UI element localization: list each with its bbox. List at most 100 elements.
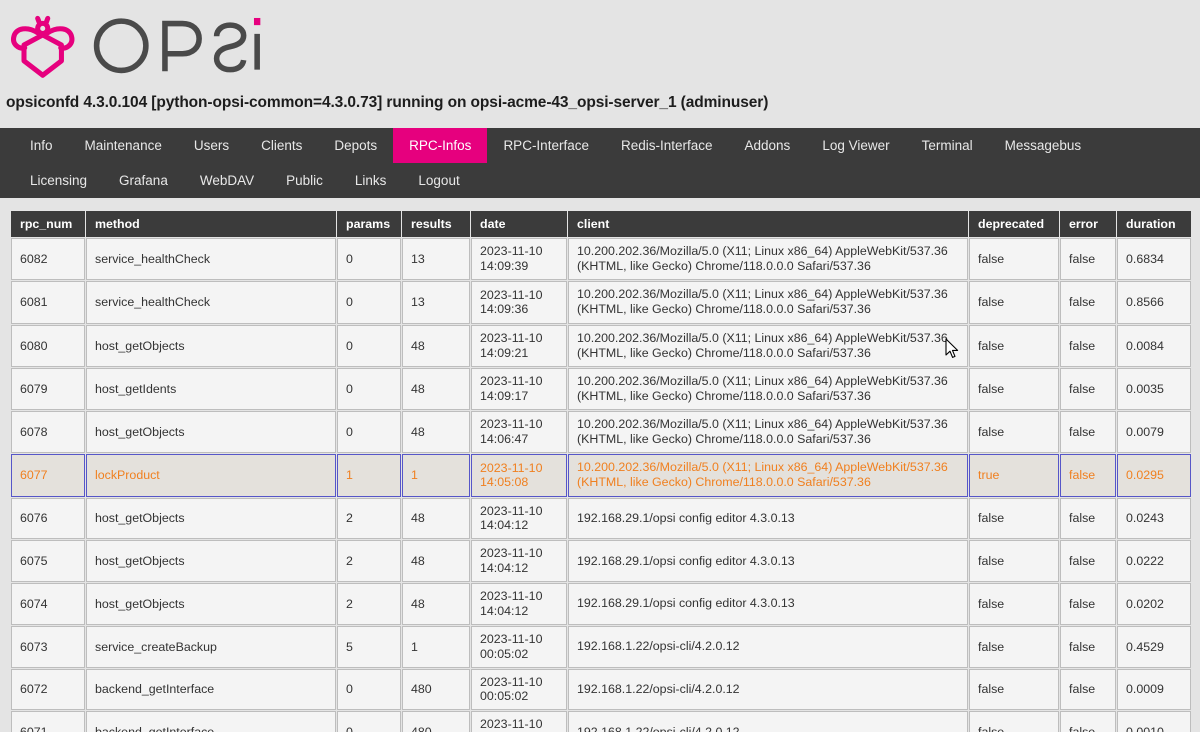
nav-item-terminal[interactable]: Terminal (906, 128, 989, 163)
nav-item-log-viewer[interactable]: Log Viewer (806, 128, 905, 163)
cell-duration: 0.8566 (1117, 281, 1191, 324)
table-row[interactable]: 6080 host_getObjects 0 48 2023-11-10 14:09:21… (11, 324, 1191, 367)
column-header-client[interactable]: client (568, 211, 968, 237)
cell-params: 0 (337, 711, 401, 732)
nav-item-rpc-interface[interactable]: RPC-Interface (487, 128, 605, 163)
cell-duration: 0.0202 (1117, 583, 1191, 625)
column-header-results[interactable]: results (402, 211, 470, 237)
nav-item-rpc-infos[interactable]: RPC-Infos (393, 128, 488, 163)
cell-method: host_getObjects (86, 324, 336, 367)
cell-results: 48 (402, 324, 470, 367)
cell-deprecated: false (969, 324, 1059, 367)
nav-item-grafana[interactable]: Grafana (103, 163, 184, 198)
cell-rpc-num: 6081 (11, 281, 85, 324)
cell-rpc-num: 6079 (11, 367, 85, 410)
cell-duration: 0.4529 (1117, 625, 1191, 668)
cell-date: 2023-11-10 14:04:12 (471, 583, 567, 625)
cell-params: 0 (337, 668, 401, 711)
cell-client: 192.168.29.1/opsi config editor 4.3.0.13 (568, 540, 968, 582)
table-row[interactable]: 6082 service_healthCheck 0 13 2023-11-10 14:0… (11, 238, 1191, 281)
cell-error: false (1060, 711, 1116, 732)
cell-results: 48 (402, 583, 470, 625)
brand-header (0, 0, 1200, 82)
table-row[interactable]: 6076 host_getObjects 2 48 2023-11-10 14:04:12… (11, 497, 1191, 540)
table-header: rpc_num method params results date clien… (11, 211, 1191, 237)
opsi-bee-hexagon-logo-icon (6, 9, 78, 81)
cell-params: 0 (337, 411, 401, 454)
nav-item-public[interactable]: Public (270, 163, 339, 198)
cell-rpc-num: 6076 (11, 497, 85, 540)
table-row[interactable]: 6075 host_getObjects 2 48 2023-11-10 14:04:12… (11, 540, 1191, 582)
cell-error: false (1060, 238, 1116, 281)
table-row[interactable]: 6074 host_getObjects 2 48 2023-11-10 14:04:12… (11, 583, 1191, 625)
cell-deprecated: false (969, 625, 1059, 668)
cell-date: 2023-11-1000:05:02 (471, 668, 567, 711)
column-header-params[interactable]: params (337, 211, 401, 237)
table-row[interactable]: 6078 host_getObjects 0 48 2023-11-10 14:06:47… (11, 411, 1191, 454)
table-row[interactable]: 6079 host_getIdents 0 48 2023-11-10 14:09:17 1… (11, 367, 1191, 410)
page-title: opsiconfd 4.3.0.104 [python-opsi-common=… (6, 94, 769, 111)
cell-date: 2023-11-10 14:04:12 (471, 497, 567, 540)
nav-item-addons[interactable]: Addons (729, 128, 807, 163)
cell-duration: 0.6834 (1117, 238, 1191, 281)
nav-item-depots[interactable]: Depots (318, 128, 393, 163)
cell-method: host_getObjects (86, 583, 336, 625)
cell-rpc-num: 6071 (11, 711, 85, 732)
cell-error: false (1060, 668, 1116, 711)
column-header-duration[interactable]: duration (1117, 211, 1191, 237)
cell-results: 13 (402, 281, 470, 324)
nav-item-users[interactable]: Users (178, 128, 245, 163)
cell-results: 48 (402, 367, 470, 410)
cell-client: 192.168.29.1/opsi config editor 4.3.0.13 (568, 497, 968, 540)
nav-item-messagebus[interactable]: Messagebus (989, 128, 1098, 163)
column-header-rpc-num[interactable]: rpc_num (11, 211, 85, 237)
cell-duration: 0.0009 (1117, 668, 1191, 711)
cell-method: host_getIdents (86, 367, 336, 410)
cell-results: 48 (402, 497, 470, 540)
table-row[interactable]: 6071backend_getInterface04802023-11-1000… (11, 711, 1191, 732)
cell-deprecated: false (969, 497, 1059, 540)
column-header-error[interactable]: error (1060, 211, 1116, 237)
cell-error: false (1060, 497, 1116, 540)
nav-item-redis-interface[interactable]: Redis-Interface (605, 128, 729, 163)
nav-item-maintenance[interactable]: Maintenance (69, 128, 178, 163)
cell-results: 13 (402, 238, 470, 281)
cell-params: 0 (337, 238, 401, 281)
cell-duration: 0.0295 (1117, 454, 1191, 497)
cell-results: 480 (402, 668, 470, 711)
nav-item-logout[interactable]: Logout (402, 163, 475, 198)
cell-results: 48 (402, 411, 470, 454)
cell-rpc-num: 6080 (11, 324, 85, 367)
column-header-method[interactable]: method (86, 211, 336, 237)
cell-client: 10.200.202.36/Mozilla/5.0 (X11; Linux x8… (568, 324, 968, 367)
nav-item-licensing[interactable]: Licensing (14, 163, 103, 198)
table-row[interactable]: 6077 lockProduct 1 1 2023-11-10 14:05:08 10.20… (11, 454, 1191, 497)
cell-deprecated: false (969, 711, 1059, 732)
column-header-date[interactable]: date (471, 211, 567, 237)
cell-rpc-num: 6078 (11, 411, 85, 454)
cell-client: 10.200.202.36/Mozilla/5.0 (X11; Linux x8… (568, 238, 968, 281)
cell-duration: 0.0035 (1117, 367, 1191, 410)
cell-duration: 0.0243 (1117, 497, 1191, 540)
cell-client: 10.200.202.36/Mozilla/5.0 (X11; Linux x8… (568, 454, 968, 497)
rpc-infos-table: rpc_num method params results date clien… (10, 210, 1192, 732)
cell-method: host_getObjects (86, 497, 336, 540)
cell-rpc-num: 6074 (11, 583, 85, 625)
nav-item-clients[interactable]: Clients (245, 128, 318, 163)
cell-deprecated: false (969, 411, 1059, 454)
cell-deprecated: false (969, 583, 1059, 625)
cell-client: 192.168.1.22/opsi-cli/4.2.0.12 (568, 625, 968, 668)
cell-client: 10.200.202.36/Mozilla/5.0 (X11; Linux x8… (568, 367, 968, 410)
table-row[interactable]: 6073 service_createBackup 5 1 2023-11-10 00:0… (11, 625, 1191, 668)
nav-item-info[interactable]: Info (14, 128, 69, 163)
column-header-deprecated[interactable]: deprecated (969, 211, 1059, 237)
cell-date: 2023-11-1000:05:02 (471, 625, 567, 668)
main-navigation: Info Maintenance Users Clients Depots RP… (0, 128, 1200, 198)
table-row[interactable]: 6081 service_healthCheck 0 13 2023-11-10 14:0… (11, 281, 1191, 324)
nav-item-links[interactable]: Links (339, 163, 403, 198)
nav-item-webdav[interactable]: WebDAV (184, 163, 270, 198)
cell-rpc-num: 6072 (11, 668, 85, 711)
cell-params: 2 (337, 583, 401, 625)
cell-error: false (1060, 583, 1116, 625)
table-row[interactable]: 6072 backend_getInterface 0 480 2023-11-10 00… (11, 668, 1191, 711)
